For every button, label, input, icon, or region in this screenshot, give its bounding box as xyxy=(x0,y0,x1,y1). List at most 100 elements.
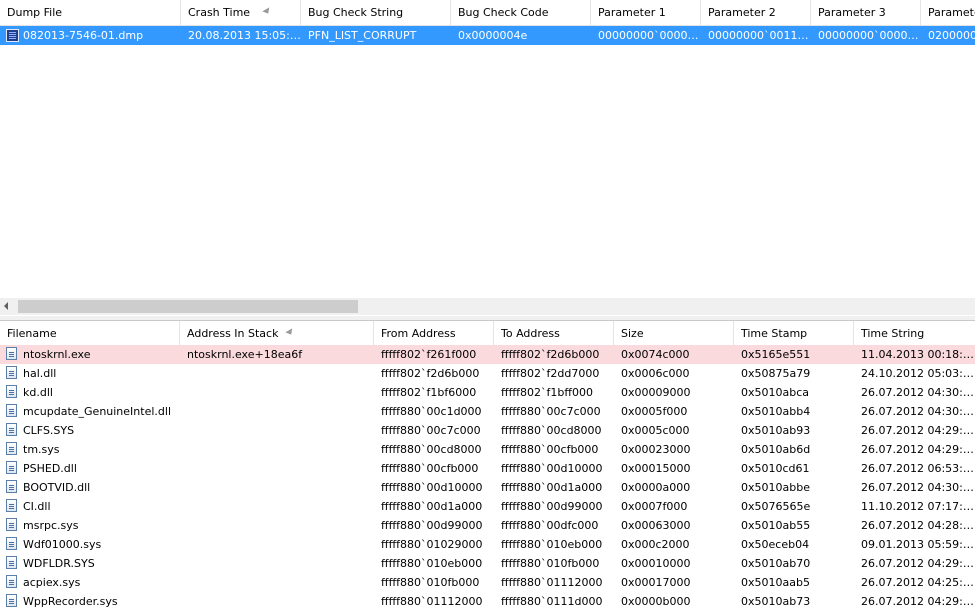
cell-filename: CLFS.SYS xyxy=(23,424,75,437)
cell-time-string: 24.10.2012 05:03:21 xyxy=(861,367,975,380)
cell-time-stamp: 0x5010ab55 xyxy=(741,519,811,532)
driver-row[interactable]: PSHED.dll fffff880`00cfb000 fffff880`00d10… xyxy=(0,459,975,478)
driver-row[interactable]: msrpc.sys fffff880`00d99000 fffff880`00dfc… xyxy=(0,516,975,535)
driver-row[interactable]: BOOTVID.dll fffff880`00d10000 fffff880`00d… xyxy=(0,478,975,497)
cell-filename: hal.dll xyxy=(23,367,57,380)
header-bug-check-code[interactable]: Bug Check Code xyxy=(451,0,591,25)
header-crash-time[interactable]: Crash Time xyxy=(181,0,301,25)
crash-rows: 082013-7546-01.dmp 20.08.2013 15:05:00 P… xyxy=(0,26,975,45)
cell-time-string: 26.07.2012 04:30:12 xyxy=(861,405,975,418)
header-to-address[interactable]: To Address xyxy=(494,321,614,346)
driver-row[interactable]: CI.dll fffff880`00d1a000 fffff880`00d99000… xyxy=(0,497,975,516)
cell-to-address: fffff880`01112000 xyxy=(501,576,603,589)
cell-filename: acpiex.sys xyxy=(23,576,81,589)
driver-row[interactable]: hal.dll fffff802`f2d6b000 fffff802`f2dd700… xyxy=(0,364,975,383)
driver-rows: ntoskrnl.exe ntoskrnl.exe+18ea6f fffff802`… xyxy=(0,345,975,611)
cell-address-in-stack xyxy=(180,402,374,421)
driver-row[interactable]: CLFS.SYS fffff880`00c7c000 fffff880`00cd80… xyxy=(0,421,975,440)
cell-to-address: fffff802`f2dd7000 xyxy=(501,367,600,380)
header-parameter-3[interactable]: Parameter 3 xyxy=(811,0,921,25)
header-label: To Address xyxy=(501,327,560,340)
cell-to-address: fffff880`00cfb000 xyxy=(501,443,599,456)
cell-to-address: fffff880`00c7c000 xyxy=(501,405,601,418)
header-parameter-4[interactable]: Paramete xyxy=(921,0,975,25)
cell-size: 0x0005f000 xyxy=(621,405,688,418)
header-parameter-1[interactable]: Parameter 1 xyxy=(591,0,701,25)
driver-row[interactable]: mcupdate_GenuineIntel.dll fffff880`00c1d0… xyxy=(0,402,975,421)
crash-row[interactable]: 082013-7546-01.dmp 20.08.2013 15:05:00 P… xyxy=(0,26,975,45)
cell-from-address: fffff880`01029000 xyxy=(381,538,483,551)
driver-row[interactable]: WDFLDR.SYS fffff880`010eb000 fffff880`010f… xyxy=(0,554,975,573)
header-time-stamp[interactable]: Time Stamp xyxy=(734,321,854,346)
cell-crash-time: 20.08.2013 15:05:00 xyxy=(188,29,301,42)
cell-dump-file: 082013-7546-01.dmp xyxy=(23,29,144,42)
cell-from-address: fffff880`010eb000 xyxy=(381,557,483,570)
cell-size: 0x000c2000 xyxy=(621,538,690,551)
cell-time-string: 26.07.2012 04:29:04 xyxy=(861,557,975,570)
cell-to-address: fffff880`010eb000 xyxy=(501,538,603,551)
cell-from-address: fffff880`010fb000 xyxy=(381,576,480,589)
cell-time-string: 26.07.2012 04:30:22 xyxy=(861,481,975,494)
driver-row[interactable]: WppRecorder.sys fffff880`01112000 fffff880… xyxy=(0,592,975,611)
cell-size: 0x00015000 xyxy=(621,462,691,475)
cell-to-address: fffff802`f1bff000 xyxy=(501,386,593,399)
cell-size: 0x00009000 xyxy=(621,386,691,399)
cell-filename: BOOTVID.dll xyxy=(23,481,91,494)
cell-from-address: fffff880`00d10000 xyxy=(381,481,483,494)
cell-size: 0x00010000 xyxy=(621,557,691,570)
scroll-left-arrow-icon[interactable] xyxy=(4,302,8,310)
cell-to-address: fffff802`f2d6b000 xyxy=(501,348,600,361)
horizontal-scrollbar[interactable] xyxy=(0,298,975,315)
header-dump-file[interactable]: Dump File xyxy=(0,0,181,25)
cell-address-in-stack xyxy=(180,440,374,459)
cell-to-address: fffff880`00cd8000 xyxy=(501,424,602,437)
cell-time-stamp: 0x5010abbe xyxy=(741,481,810,494)
cell-time-string: 26.07.2012 04:29:07 xyxy=(861,595,975,608)
driver-row[interactable]: kd.dll fffff802`f1bf6000 fffff802`f1bff000… xyxy=(0,383,975,402)
cell-size: 0x0006c000 xyxy=(621,367,690,380)
cell-address-in-stack: ntoskrnl.exe+18ea6f xyxy=(187,348,303,361)
header-label: Crash Time xyxy=(188,6,251,19)
cell-time-string: 26.07.2012 04:29:01 xyxy=(861,443,975,456)
header-label: Size xyxy=(621,327,644,340)
cell-time-stamp: 0x50eceb04 xyxy=(741,538,810,551)
header-address-in-stack[interactable]: Address In Stack xyxy=(180,321,374,346)
cell-address-in-stack xyxy=(180,592,374,611)
cell-from-address: fffff802`f261f000 xyxy=(381,348,477,361)
cell-to-address: fffff880`0111d000 xyxy=(501,595,603,608)
header-from-address[interactable]: From Address xyxy=(374,321,494,346)
cell-to-address: fffff880`00d99000 xyxy=(501,500,603,513)
header-filename[interactable]: Filename xyxy=(0,321,180,346)
driver-row[interactable]: Wdf01000.sys fffff880`01029000 fffff880`01… xyxy=(0,535,975,554)
crash-dump-list[interactable]: Dump File Crash Time Bug Check String Bu… xyxy=(0,0,975,316)
cell-address-in-stack xyxy=(180,554,374,573)
sort-arrow-icon xyxy=(285,328,295,337)
driver-list[interactable]: Filename Address In Stack From Address T… xyxy=(0,320,975,613)
cell-address-in-stack xyxy=(180,535,374,554)
cell-from-address: fffff880`00cfb000 xyxy=(381,462,479,475)
cell-time-stamp: 0x5165e551 xyxy=(741,348,811,361)
cell-filename: mcupdate_GenuineIntel.dll xyxy=(23,405,171,418)
cell-time-stamp: 0x5076565e xyxy=(741,500,811,513)
cell-size: 0x0000b000 xyxy=(621,595,691,608)
header-label: Time String xyxy=(861,327,925,340)
cell-time-stamp: 0x5010abca xyxy=(741,386,810,399)
header-parameter-2[interactable]: Parameter 2 xyxy=(701,0,811,25)
cell-filename: WDFLDR.SYS xyxy=(23,557,95,570)
driver-list-header: Filename Address In Stack From Address T… xyxy=(0,321,975,347)
cell-address-in-stack xyxy=(180,364,374,383)
header-label: Filename xyxy=(7,327,57,340)
cell-from-address: fffff880`00c7c000 xyxy=(381,424,481,437)
header-size[interactable]: Size xyxy=(614,321,734,346)
driver-row[interactable]: ntoskrnl.exe ntoskrnl.exe+18ea6f fffff802`… xyxy=(0,345,975,364)
header-bug-check-string[interactable]: Bug Check String xyxy=(301,0,451,25)
header-label: Parameter 2 xyxy=(708,6,776,19)
crash-list-header: Dump File Crash Time Bug Check String Bu… xyxy=(0,0,975,26)
header-time-string[interactable]: Time String xyxy=(854,321,975,346)
driver-row[interactable]: acpiex.sys fffff880`010fb000 fffff880`0111… xyxy=(0,573,975,592)
driver-row[interactable]: tm.sys fffff880`00cd8000 fffff880`00cfb000… xyxy=(0,440,975,459)
cell-from-address: fffff880`00cd8000 xyxy=(381,443,482,456)
scrollbar-thumb[interactable] xyxy=(18,300,358,313)
cell-address-in-stack xyxy=(180,516,374,535)
cell-time-string: 26.07.2012 04:28:37 xyxy=(861,519,975,532)
